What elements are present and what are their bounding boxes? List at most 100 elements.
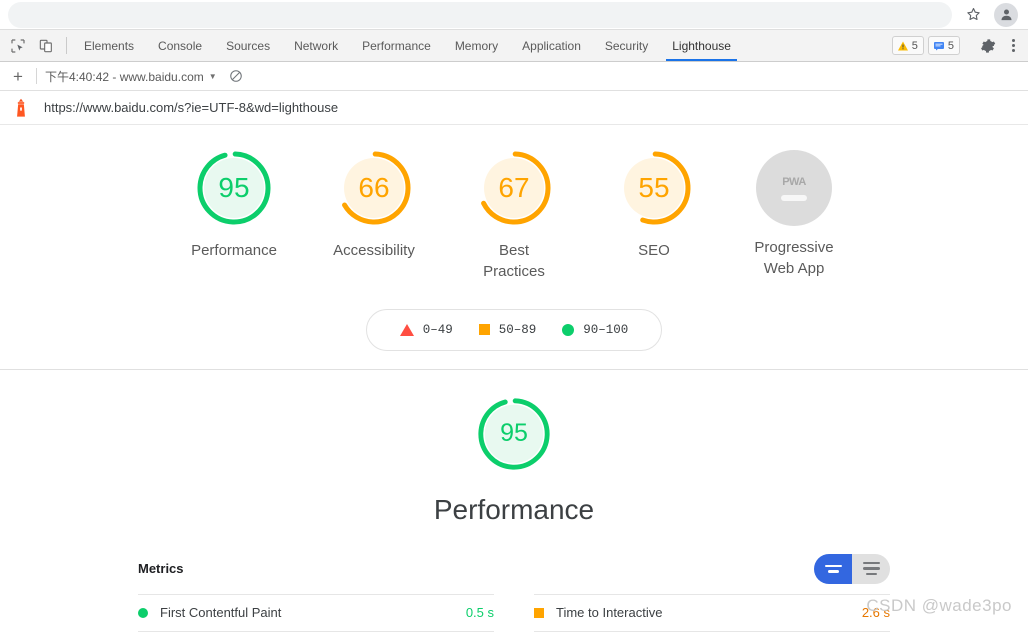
message-badge[interactable]: 5 — [927, 36, 960, 55]
metric-row[interactable]: First Contentful Paint 0.5 s — [138, 593, 494, 632]
pwa-disc: PWA — [756, 150, 832, 226]
report-url-row: https://www.baidu.com/s?ie=UTF-8&wd=ligh… — [0, 91, 1028, 125]
metric-status-icon — [138, 607, 160, 618]
tab-application[interactable]: Application — [510, 30, 593, 61]
scores-section: 95 Performance 66 Accessibility 67 Best … — [0, 125, 1028, 370]
toggle-bar — [862, 567, 880, 570]
tab-security[interactable]: Security — [593, 30, 660, 61]
metric-status-icon — [534, 607, 556, 618]
screenshot-root: Elements Console Sources Network Perform… — [0, 0, 1028, 632]
inspect-element-icon[interactable] — [6, 34, 30, 58]
browser-toolbar — [0, 0, 1028, 30]
metrics-column-right: Time to Interactive 2.6 s — [534, 593, 890, 632]
metric-row[interactable]: Time to Interactive 2.6 s — [534, 593, 890, 632]
tab-memory[interactable]: Memory — [443, 30, 510, 61]
gauge-seo[interactable]: 55 SEO — [599, 147, 709, 283]
metrics-title: Metrics — [138, 561, 184, 577]
circle-icon — [138, 607, 148, 618]
lighthouse-logo-icon — [17, 98, 25, 117]
tab-label: Elements — [84, 38, 135, 53]
toggle-bar — [827, 570, 839, 573]
report-selector[interactable]: 下午4:40:42 - www.baidu.com ▼ — [45, 68, 217, 85]
pwa-dash-icon — [781, 194, 807, 201]
gauge-best-practices[interactable]: 67 Best Practices — [459, 147, 569, 283]
warning-count: 5 — [911, 39, 918, 52]
message-icon — [933, 41, 944, 50]
devtools-tab-bar: Elements Console Sources Network Perform… — [0, 30, 1028, 62]
legend-range-pass: 90–100 — [583, 322, 629, 337]
report-selector-label: 下午4:40:42 - www.baidu.com — [45, 69, 204, 84]
toolbar-divider — [66, 37, 67, 54]
metric-value: 0.5 s — [465, 605, 494, 621]
gauge-ring-seo: 55 — [613, 147, 695, 229]
score-gauges: 95 Performance 66 Accessibility 67 Best … — [0, 147, 1028, 283]
triangle-icon — [399, 323, 414, 336]
warning-triangle-icon — [897, 41, 908, 50]
star-icon[interactable] — [960, 2, 986, 28]
gauge-label-best-practices: Best Practices — [483, 242, 545, 281]
tab-label: Network — [294, 38, 339, 53]
tab-elements[interactable]: Elements — [72, 30, 146, 61]
tab-label: Lighthouse — [672, 38, 731, 53]
legend-range-fail: 0–49 — [422, 322, 453, 337]
clear-all-icon[interactable] — [229, 69, 243, 83]
gauge-score-best-practices: 67 — [498, 172, 530, 203]
legend-range-average: 50–89 — [498, 322, 537, 337]
devtools-left-icons — [0, 30, 64, 61]
gauge-ring-accessibility: 66 — [333, 147, 415, 229]
tab-console[interactable]: Console — [146, 30, 214, 61]
performance-hero: 95 Performance — [0, 394, 1028, 526]
toggle-bar — [865, 572, 877, 576]
metrics-column-left: First Contentful Paint 0.5 s — [138, 593, 494, 632]
performance-score: 95 — [500, 419, 528, 448]
gear-icon[interactable] — [976, 34, 1000, 58]
square-icon — [534, 607, 544, 618]
metric-name: First Contentful Paint — [160, 605, 282, 621]
gauge-label-seo: SEO — [638, 242, 670, 259]
toggle-bar — [824, 564, 842, 568]
devtools-right-icons: 5 5 — [891, 30, 1028, 61]
metrics-grid: First Contentful Paint 0.5 s Time to Int… — [138, 593, 890, 632]
report-url: https://www.baidu.com/s?ie=UTF-8&wd=ligh… — [44, 100, 339, 115]
metric-name: Time to Interactive — [556, 605, 663, 621]
performance-section: 95 Performance Metrics First Contentful … — [0, 369, 1028, 632]
gauge-accessibility[interactable]: 66 Accessibility — [319, 147, 429, 283]
tab-label: Console — [158, 38, 203, 53]
lighthouse-run-toolbar: + 下午4:40:42 - www.baidu.com ▼ — [0, 62, 1028, 91]
tab-label: Performance — [362, 38, 431, 53]
toggle-detail-view[interactable] — [852, 553, 890, 584]
square-icon — [478, 324, 490, 336]
tab-label: Memory — [454, 38, 499, 53]
omnibox-placeholder[interactable] — [8, 1, 952, 28]
legend-item-average: 50–89 — [478, 322, 537, 337]
tab-network[interactable]: Network — [282, 30, 350, 61]
circle-icon — [562, 323, 575, 336]
new-report-button[interactable]: + — [8, 66, 28, 86]
legend-item-pass: 90–100 — [562, 323, 628, 337]
performance-gauge: 95 — [474, 394, 554, 474]
device-toolbar-icon[interactable] — [34, 34, 58, 58]
chevron-down-icon: ▼ — [208, 71, 217, 81]
gauge-label-performance: Performance — [191, 242, 277, 259]
tab-sources[interactable]: Sources — [214, 30, 282, 61]
avatar[interactable] — [994, 2, 1018, 27]
gauge-score-accessibility: 66 — [358, 172, 390, 203]
toolbar-divider-3 — [36, 68, 37, 84]
tab-label: Sources — [226, 38, 271, 53]
kebab-menu-icon[interactable] — [1004, 35, 1022, 57]
gauge-score-performance: 95 — [218, 172, 250, 203]
toggle-simple-view[interactable] — [814, 553, 852, 584]
message-count: 5 — [947, 39, 954, 52]
tab-performance[interactable]: Performance — [350, 30, 443, 61]
gauge-pwa[interactable]: PWA Progressive Web App — [739, 147, 849, 283]
gauge-score-seo: 55 — [638, 172, 670, 203]
gauge-performance[interactable]: 95 Performance — [179, 147, 289, 283]
metrics-header: Metrics — [138, 553, 890, 584]
tab-lighthouse[interactable]: Lighthouse — [660, 30, 743, 61]
pwa-label-icon: PWA — [782, 175, 806, 188]
toggle-bar — [862, 561, 880, 565]
gauge-ring-performance: 95 — [193, 147, 275, 229]
warning-badge[interactable]: 5 — [891, 36, 924, 55]
gauge-label-pwa: Progressive Web App — [754, 239, 834, 278]
metrics-view-toggle[interactable] — [814, 553, 890, 584]
